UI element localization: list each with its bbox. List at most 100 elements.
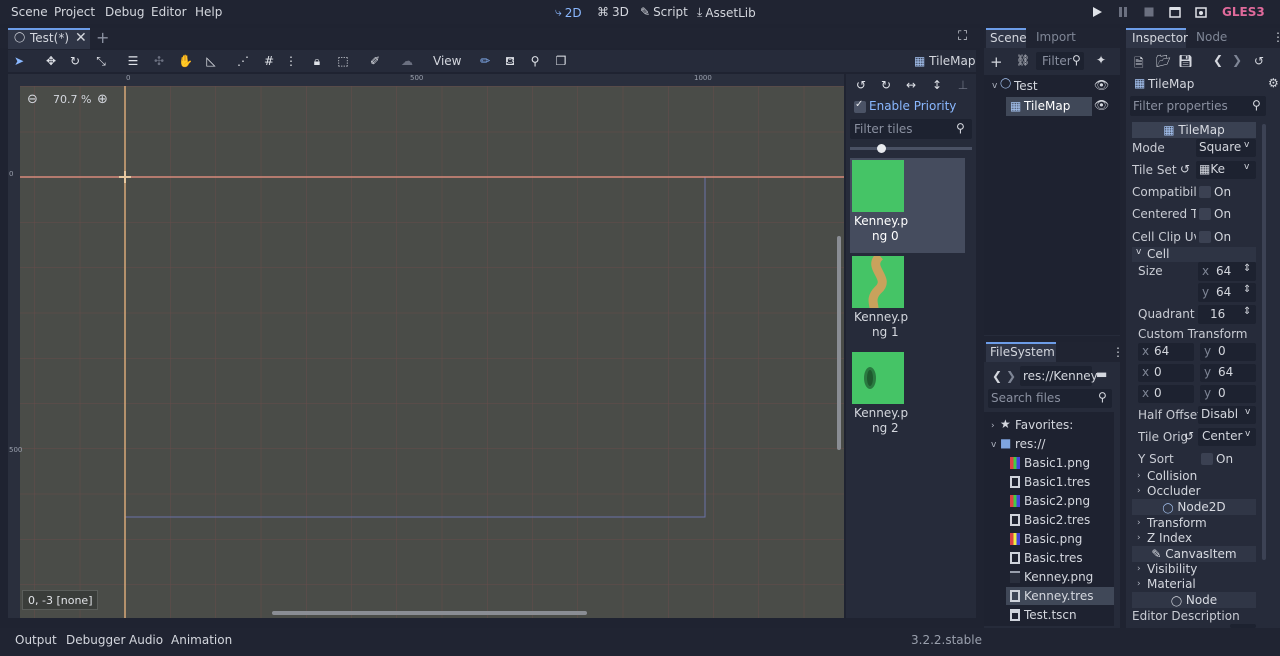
tab-animation[interactable]: Animation: [171, 633, 232, 647]
filter-tiles-input[interactable]: Filter tiles ⚲: [850, 119, 972, 139]
clear-transform-icon[interactable]: ⊥: [956, 78, 970, 92]
tab-audio[interactable]: Audio: [129, 633, 163, 647]
clip-checkbox[interactable]: [1199, 231, 1211, 243]
copy-icon[interactable]: ❐: [554, 54, 568, 68]
grid-snap-icon[interactable]: #: [262, 54, 276, 68]
new-resource-icon[interactable]: 🗎︎: [1134, 54, 1144, 75]
ct-x0[interactable]: x 64: [1138, 343, 1194, 361]
file-item[interactable]: Basic.tres: [1010, 549, 1114, 567]
revert-icon[interactable]: ↺: [1184, 429, 1194, 443]
skeleton-icon[interactable]: ☁: [400, 54, 414, 68]
tile-item-1[interactable]: Kenney.p ng 1: [850, 252, 965, 349]
workspace-assetlib-button[interactable]: ⤓ AssetLib: [697, 5, 756, 20]
file-item[interactable]: Basic.png: [1010, 530, 1114, 548]
rotate-icon[interactable]: ↻: [68, 54, 82, 68]
zoom-out-icon[interactable]: ⊖: [27, 92, 38, 107]
visibility-icon[interactable]: 👁︎: [1094, 98, 1109, 112]
forward-icon[interactable]: ❯: [1232, 53, 1242, 67]
visibility-group[interactable]: Visibility: [1147, 562, 1197, 576]
tab-output[interactable]: Output: [15, 633, 57, 647]
scene-tree-node-tilemap[interactable]: ▦ TileMap: [1006, 97, 1092, 116]
history-icon[interactable]: ↺: [1254, 54, 1264, 68]
flip-h-icon[interactable]: ↔: [904, 78, 918, 92]
attach-script-icon[interactable]: ✦: [1096, 53, 1106, 67]
revert-icon[interactable]: ↺: [1180, 162, 1190, 176]
chevron-right-icon[interactable]: ›: [991, 421, 995, 431]
search-files-input[interactable]: Search files ⚲: [988, 389, 1112, 408]
picker-icon[interactable]: ⚲: [528, 54, 542, 68]
save-icon[interactable]: 💾︎: [1178, 54, 1193, 68]
bucket-icon[interactable]: ⛾: [503, 54, 517, 68]
file-item[interactable]: Kenney.png: [1010, 568, 1114, 586]
fullscreen-icon[interactable]: ⛶: [958, 29, 967, 44]
menu-debug[interactable]: Debug: [105, 5, 144, 19]
ct-y1[interactable]: y 64: [1200, 364, 1256, 382]
tab-filesystem[interactable]: FileSystem: [986, 342, 1056, 362]
pencil-icon[interactable]: ✏: [478, 54, 492, 68]
slider-grabber[interactable]: [877, 144, 886, 153]
tab-debugger[interactable]: Debugger: [66, 633, 125, 647]
play-icon[interactable]: [1091, 6, 1103, 18]
occluder-group[interactable]: Occluder: [1147, 484, 1201, 498]
forward-icon[interactable]: ❯: [1006, 369, 1016, 383]
close-icon[interactable]: ✕: [75, 30, 87, 46]
collision-group[interactable]: Collision: [1147, 469, 1197, 483]
v-scrollbar[interactable]: [837, 236, 841, 450]
pivot-icon[interactable]: ✣: [152, 54, 166, 68]
play-custom-scene-icon[interactable]: [1195, 6, 1207, 18]
h-scrollbar[interactable]: [272, 611, 587, 615]
compat-checkbox[interactable]: [1199, 186, 1211, 198]
filter-properties-input[interactable]: Filter properties ⚲: [1130, 96, 1266, 116]
workspace-3d-button[interactable]: ⌘ 3D: [597, 5, 629, 19]
scene-tree-node-test[interactable]: Test: [1014, 79, 1038, 93]
zoom-level[interactable]: 70.7 %: [53, 93, 91, 106]
inspector-scrollbar[interactable]: [1262, 124, 1266, 560]
group-icon[interactable]: ⬚: [336, 54, 350, 68]
object-settings-icon[interactable]: ⚙: [1268, 76, 1279, 90]
inspected-object[interactable]: TileMap: [1148, 77, 1194, 91]
visibility-icon[interactable]: 👁︎: [1094, 78, 1109, 92]
file-item-selected[interactable]: Kenney.tres: [1006, 587, 1114, 605]
file-item[interactable]: Test.tscn: [1010, 606, 1114, 624]
menu-editor[interactable]: Editor: [151, 5, 187, 19]
ruler-icon[interactable]: ◺: [204, 54, 218, 68]
split-view-icon[interactable]: ▬: [1096, 367, 1107, 381]
res-root-item[interactable]: res://: [1015, 437, 1045, 451]
menu-help[interactable]: Help: [195, 5, 222, 19]
add-tab-icon[interactable]: +: [96, 28, 109, 47]
back-icon[interactable]: ❮: [992, 369, 1002, 383]
favorites-item[interactable]: Favorites:: [1015, 418, 1073, 432]
path-field[interactable]: res://Kenney: [1020, 366, 1098, 386]
link-icon[interactable]: ⛓: [1016, 54, 1030, 67]
renderer-label[interactable]: GLES3: [1222, 5, 1265, 19]
bone-icon[interactable]: ✐: [368, 54, 382, 68]
tab-node[interactable]: Node: [1196, 30, 1227, 44]
size-x-field[interactable]: x 64 ⇕: [1198, 262, 1256, 281]
tile-origin-select[interactable]: Center v: [1198, 428, 1256, 446]
scale-icon[interactable]: ⤡: [94, 54, 108, 68]
list-select-icon[interactable]: ☰: [126, 54, 140, 68]
add-node-icon[interactable]: +: [990, 53, 1003, 71]
file-item[interactable]: Basic2.png: [1010, 492, 1114, 510]
lock-icon[interactable]: 🔒︎: [310, 54, 324, 68]
file-item[interactable]: Basic2.tres: [1010, 511, 1114, 529]
tileset-resource[interactable]: ▦Ke v: [1196, 161, 1256, 179]
file-item[interactable]: Basic1.tres: [1010, 473, 1114, 491]
menu-scene[interactable]: Scene: [11, 5, 48, 19]
tab-import[interactable]: Import: [1036, 30, 1076, 44]
tab-inspector[interactable]: Inspector: [1126, 28, 1188, 48]
rotate-right-icon[interactable]: ↻: [879, 78, 893, 92]
open-icon[interactable]: 📂︎: [1156, 54, 1171, 68]
tile-item-0[interactable]: Kenney.p ng 0: [850, 158, 965, 253]
workspace-script-button[interactable]: ✎ Script: [640, 5, 688, 19]
viewport-2d[interactable]: ⊖ 70.7 % ⊕ 0, -3 [none]: [8, 74, 844, 618]
half-offset-select[interactable]: Disabl v: [1198, 406, 1256, 424]
play-scene-icon[interactable]: [1169, 6, 1181, 18]
snap-options-icon[interactable]: ⋮: [284, 54, 298, 68]
dock-menu-icon[interactable]: ⋮: [1112, 345, 1124, 359]
transform-group[interactable]: Transform: [1147, 516, 1207, 530]
centered-checkbox[interactable]: [1199, 208, 1211, 220]
chevron-down-icon[interactable]: v: [991, 440, 996, 450]
pause-icon[interactable]: [1117, 6, 1129, 18]
move-icon[interactable]: ✥: [44, 54, 58, 68]
